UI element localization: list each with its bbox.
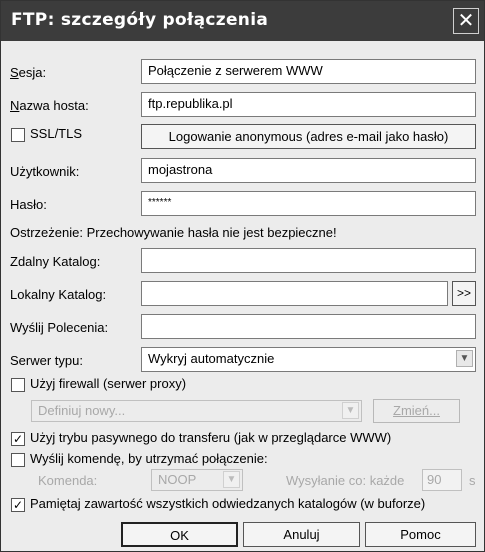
server-type-value: Wykryj automatycznie [148, 351, 275, 366]
help-button[interactable]: Pomoc [365, 522, 476, 547]
commands-field[interactable] [141, 314, 476, 339]
host-label: Nazwa hosta: [10, 98, 89, 113]
passive-mode-checkbox[interactable]: ✓ [11, 432, 25, 446]
keepalive-checkbox[interactable] [11, 453, 25, 467]
keepalive-unit: s [469, 473, 476, 488]
keepalive-label: Wyślij komendę, by utrzymać połączenie: [30, 451, 268, 466]
password-warning: Ostrzeżenie: Przechowywanie hasła nie je… [10, 225, 337, 240]
ssl-checkbox[interactable] [11, 128, 25, 142]
keepalive-interval-label: Wysyłanie co: każde [286, 473, 405, 488]
server-type-select[interactable]: Wykryj automatycznie ▼ [141, 347, 476, 372]
user-label: Użytkownik: [10, 164, 80, 179]
host-field[interactable]: ftp.republika.pl [141, 92, 476, 117]
firewall-select-value: Definiuj nowy... [38, 403, 126, 418]
cache-dirs-label: Pamiętaj zawartość wszystkich odwiedzany… [30, 496, 426, 511]
ssl-label: SSL/TLS [30, 126, 83, 141]
chevron-down-icon: ▼ [342, 402, 359, 419]
user-field[interactable]: mojastrona [141, 158, 476, 183]
change-button-label: Zmień... [393, 403, 440, 418]
firewall-label: Użyj firewall (serwer proxy) [30, 376, 187, 391]
keepalive-command-select: NOOP ▼ [151, 469, 243, 491]
cancel-button[interactable]: Anuluj [243, 522, 360, 547]
chevron-down-icon: ▼ [223, 471, 240, 488]
cache-dirs-checkbox[interactable]: ✓ [11, 498, 25, 512]
remote-dir-field[interactable] [141, 248, 476, 273]
passive-mode-label: Użyj trybu pasywnego do transferu (jak w… [30, 430, 392, 445]
ok-button[interactable]: OK [121, 522, 238, 547]
local-dir-field[interactable] [141, 281, 448, 306]
firewall-checkbox[interactable] [11, 378, 25, 392]
session-field[interactable]: Połączenie z serwerem WWW [141, 59, 476, 84]
firewall-select: Definiuj nowy... ▼ [31, 400, 362, 422]
keepalive-interval-field: 90 [422, 469, 462, 491]
remote-dir-label: Zdalny Katalog: [10, 254, 101, 269]
password-field[interactable]: ****** [141, 191, 476, 216]
server-type-label: Serwer typu: [10, 353, 83, 368]
commands-label: Wyślij Polecenia: [10, 320, 109, 335]
ftp-details-dialog: FTP: szczegóły połączenia ✕ Sesja: Połąc… [0, 0, 485, 552]
close-icon[interactable]: ✕ [453, 8, 479, 34]
keepalive-command-label: Komenda: [38, 473, 98, 488]
window-title: FTP: szczegóły połączenia [11, 10, 269, 30]
chevron-down-icon[interactable]: ▼ [456, 350, 473, 367]
password-label: Hasło: [10, 197, 47, 212]
browse-local-dir-button[interactable]: >> [452, 281, 476, 306]
anonymous-login-button[interactable]: Logowanie anonymous (adres e-mail jako h… [141, 124, 476, 149]
firewall-change-button: Zmień... [373, 399, 460, 423]
session-label: Sesja: [10, 65, 47, 80]
keepalive-command-value: NOOP [158, 472, 197, 487]
title-bar: FTP: szczegóły połączenia ✕ [1, 1, 484, 41]
local-dir-label: Lokalny Katalog: [10, 287, 107, 302]
